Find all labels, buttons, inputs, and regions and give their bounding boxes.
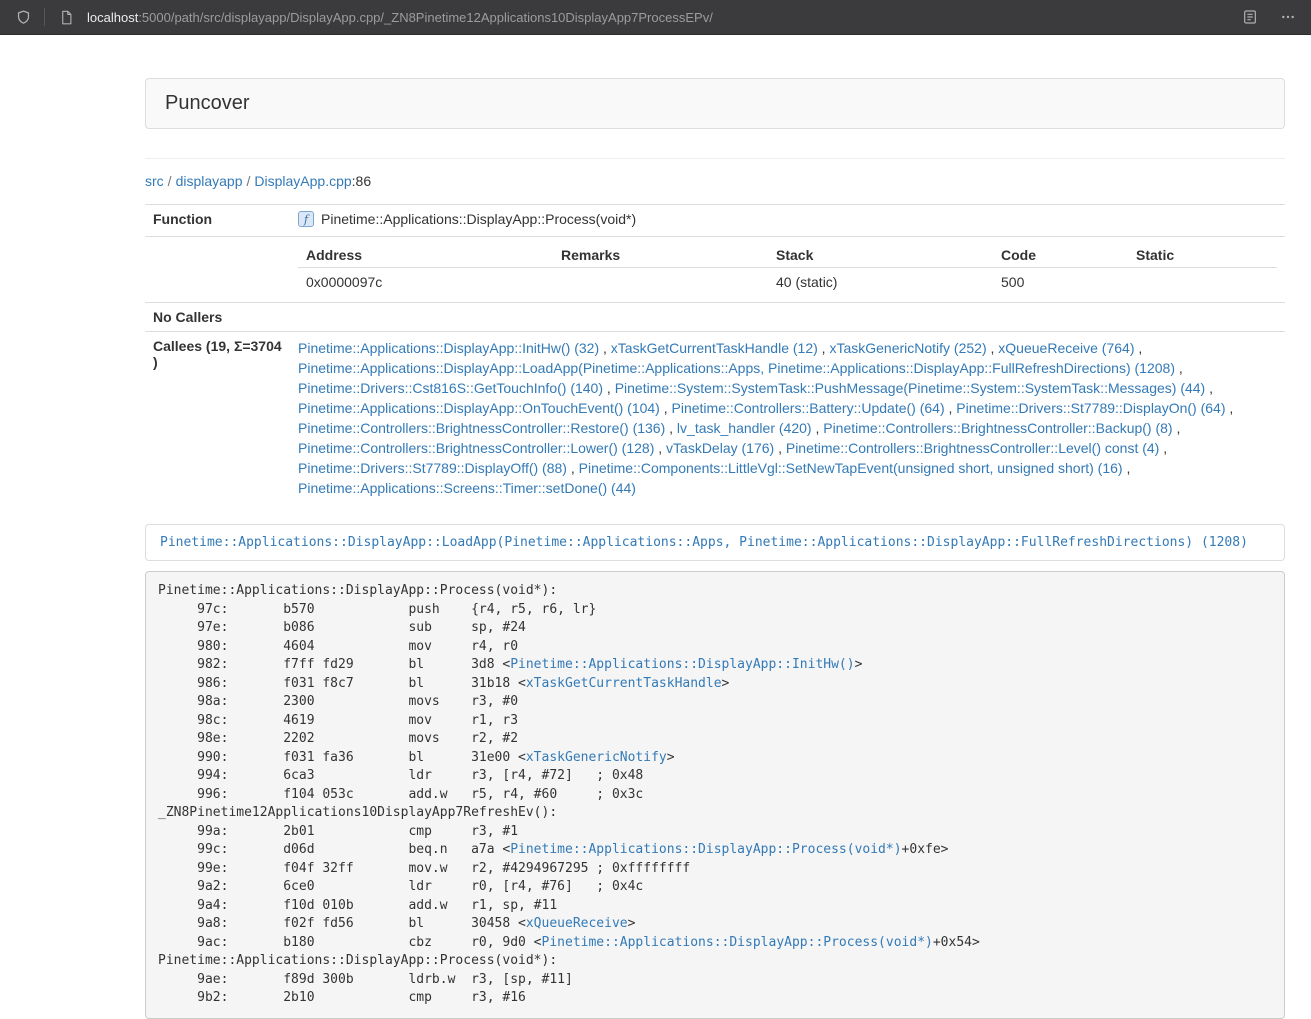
callee-link[interactable]: Pinetime::Drivers::St7789::DisplayOn() (… (956, 400, 1225, 416)
callee-link[interactable]: xTaskGenericNotify (252) (829, 340, 986, 356)
function-table: Function f Pinetime::Applications::Displ… (145, 204, 1285, 504)
breadcrumb: src/displayapp/DisplayApp.cpp:86 (145, 173, 1285, 189)
shield-icon[interactable] (12, 6, 34, 28)
asm-symbol-link[interactable]: xQueueReceive (526, 916, 628, 931)
cell-remarks (553, 268, 768, 297)
details-row: Address Remarks Stack Code Static 0x0000… (145, 237, 1285, 303)
callee-link[interactable]: Pinetime::System::SystemTask::PushMessag… (615, 380, 1206, 396)
asm-symbol-link[interactable]: Pinetime::Applications::DisplayApp::Init… (510, 657, 854, 672)
callee-link[interactable]: Pinetime::Controllers::BrightnessControl… (298, 440, 654, 456)
callee-link[interactable]: xTaskGetCurrentTaskHandle (12) (611, 340, 818, 356)
function-icon: f (298, 211, 314, 230)
asm-symbol-link[interactable]: xTaskGenericNotify (526, 750, 667, 765)
breadcrumb-link-file[interactable]: DisplayApp.cpp (254, 173, 351, 189)
column-header-stack: Stack (768, 243, 993, 268)
column-header-code: Code (993, 243, 1128, 268)
cell-stack: 40 (static) (768, 268, 993, 297)
callee-link[interactable]: Pinetime::Applications::DisplayApp::Init… (298, 340, 599, 356)
callees-label: Callees (19, Σ=3704 ) (145, 332, 290, 505)
reader-view-icon[interactable] (1239, 6, 1261, 28)
url-path: :5000/path/src/displayapp/DisplayApp.cpp… (138, 10, 713, 25)
cell-code: 500 (993, 268, 1128, 297)
no-callers-row: No Callers (145, 303, 1285, 332)
column-header-remarks: Remarks (553, 243, 768, 268)
callees-row: Callees (19, Σ=3704 ) Pinetime::Applicat… (145, 332, 1285, 505)
function-name-cell: f Pinetime::Applications::DisplayApp::Pr… (290, 205, 1285, 237)
details-cell: Address Remarks Stack Code Static 0x0000… (290, 237, 1285, 303)
breadcrumb-separator: / (168, 173, 172, 189)
details-data-row: 0x0000097c 40 (static) 500 (298, 268, 1277, 297)
callee-link[interactable]: Pinetime::Controllers::Battery::Update()… (672, 400, 945, 416)
url-host: localhost (87, 10, 138, 25)
breadcrumb-link-displayapp[interactable]: displayapp (176, 173, 243, 189)
callee-link[interactable]: Pinetime::Drivers::St7789::DisplayOff() … (298, 460, 567, 476)
callee-link[interactable]: xQueueReceive (764) (998, 340, 1134, 356)
function-row: Function f Pinetime::Applications::Displ… (145, 205, 1285, 237)
cell-address: 0x0000097c (298, 268, 553, 297)
asm-symbol-link[interactable]: Pinetime::Applications::DisplayApp::Proc… (542, 935, 933, 950)
callee-link[interactable]: Pinetime::Applications::DisplayApp::OnTo… (298, 400, 660, 416)
assembly-listing: Pinetime::Applications::DisplayApp::Proc… (145, 571, 1285, 1019)
column-header-address: Address (298, 243, 553, 268)
no-callers-cell (290, 303, 1285, 332)
page-content: Puncover src/displayapp/DisplayApp.cpp:8… (145, 78, 1285, 1019)
callee-link[interactable]: vTaskDelay (176) (666, 440, 774, 456)
callee-link[interactable]: Pinetime::Drivers::Cst816S::GetTouchInfo… (298, 380, 603, 396)
page-icon[interactable] (55, 6, 77, 28)
function-label: Function (145, 205, 290, 237)
callees-list: Pinetime::Applications::DisplayApp::Init… (298, 338, 1277, 498)
asm-symbol-link[interactable]: Pinetime::Applications::DisplayApp::Proc… (510, 842, 901, 857)
app-header: Puncover (145, 78, 1285, 129)
breadcrumb-line-number: :86 (352, 173, 371, 189)
asm-symbol-link[interactable]: xTaskGetCurrentTaskHandle (526, 676, 722, 691)
column-header-static: Static (1128, 243, 1277, 268)
url-bar[interactable]: localhost:5000/path/src/displayapp/Displ… (87, 10, 713, 25)
callee-link[interactable]: lv_task_handler (420) (677, 420, 812, 436)
page-title: Puncover (165, 92, 250, 114)
browser-toolbar: localhost:5000/path/src/displayapp/Displ… (0, 0, 1311, 35)
details-table: Address Remarks Stack Code Static 0x0000… (298, 243, 1277, 296)
callee-link[interactable]: Pinetime::Applications::Screens::Timer::… (298, 480, 636, 496)
callee-link[interactable]: Pinetime::Controllers::BrightnessControl… (298, 420, 665, 436)
selected-callee-panel: Pinetime::Applications::DisplayApp::Load… (145, 524, 1285, 561)
callee-link[interactable]: Pinetime::Components::LittleVgl::SetNewT… (579, 460, 1123, 476)
callee-link[interactable]: Pinetime::Applications::DisplayApp::Load… (298, 360, 1175, 376)
callees-cell: Pinetime::Applications::DisplayApp::Init… (290, 332, 1285, 505)
callee-link[interactable]: Pinetime::Controllers::BrightnessControl… (823, 420, 1172, 436)
divider (145, 158, 1285, 159)
function-name: Pinetime::Applications::DisplayApp::Proc… (321, 211, 636, 227)
cell-static (1128, 268, 1277, 297)
selected-callee-link[interactable]: Pinetime::Applications::DisplayApp::Load… (160, 535, 1248, 550)
callee-link[interactable]: Pinetime::Controllers::BrightnessControl… (786, 440, 1159, 456)
toolbar-divider (44, 8, 45, 26)
breadcrumb-separator: / (247, 173, 251, 189)
details-label-empty (145, 237, 290, 303)
breadcrumb-link-src[interactable]: src (145, 173, 164, 189)
no-callers-label: No Callers (145, 303, 290, 332)
menu-icon[interactable] (1277, 6, 1299, 28)
